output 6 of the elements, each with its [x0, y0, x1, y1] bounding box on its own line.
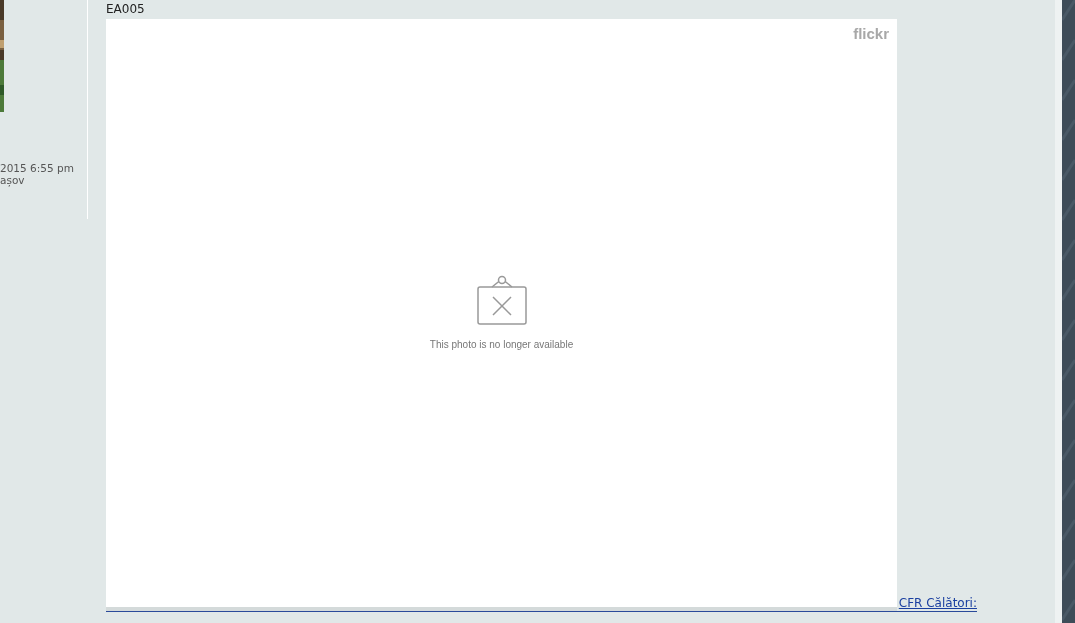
missing-photo-icon [475, 274, 528, 327]
signature-link[interactable]: CFR Călători: [898, 595, 977, 611]
post-title: EA005 [106, 1, 146, 18]
unavailable-message: This photo is no longer available [429, 337, 574, 352]
user-location: așov [0, 174, 26, 186]
post-date: 2015 6:55 pm [0, 162, 75, 174]
